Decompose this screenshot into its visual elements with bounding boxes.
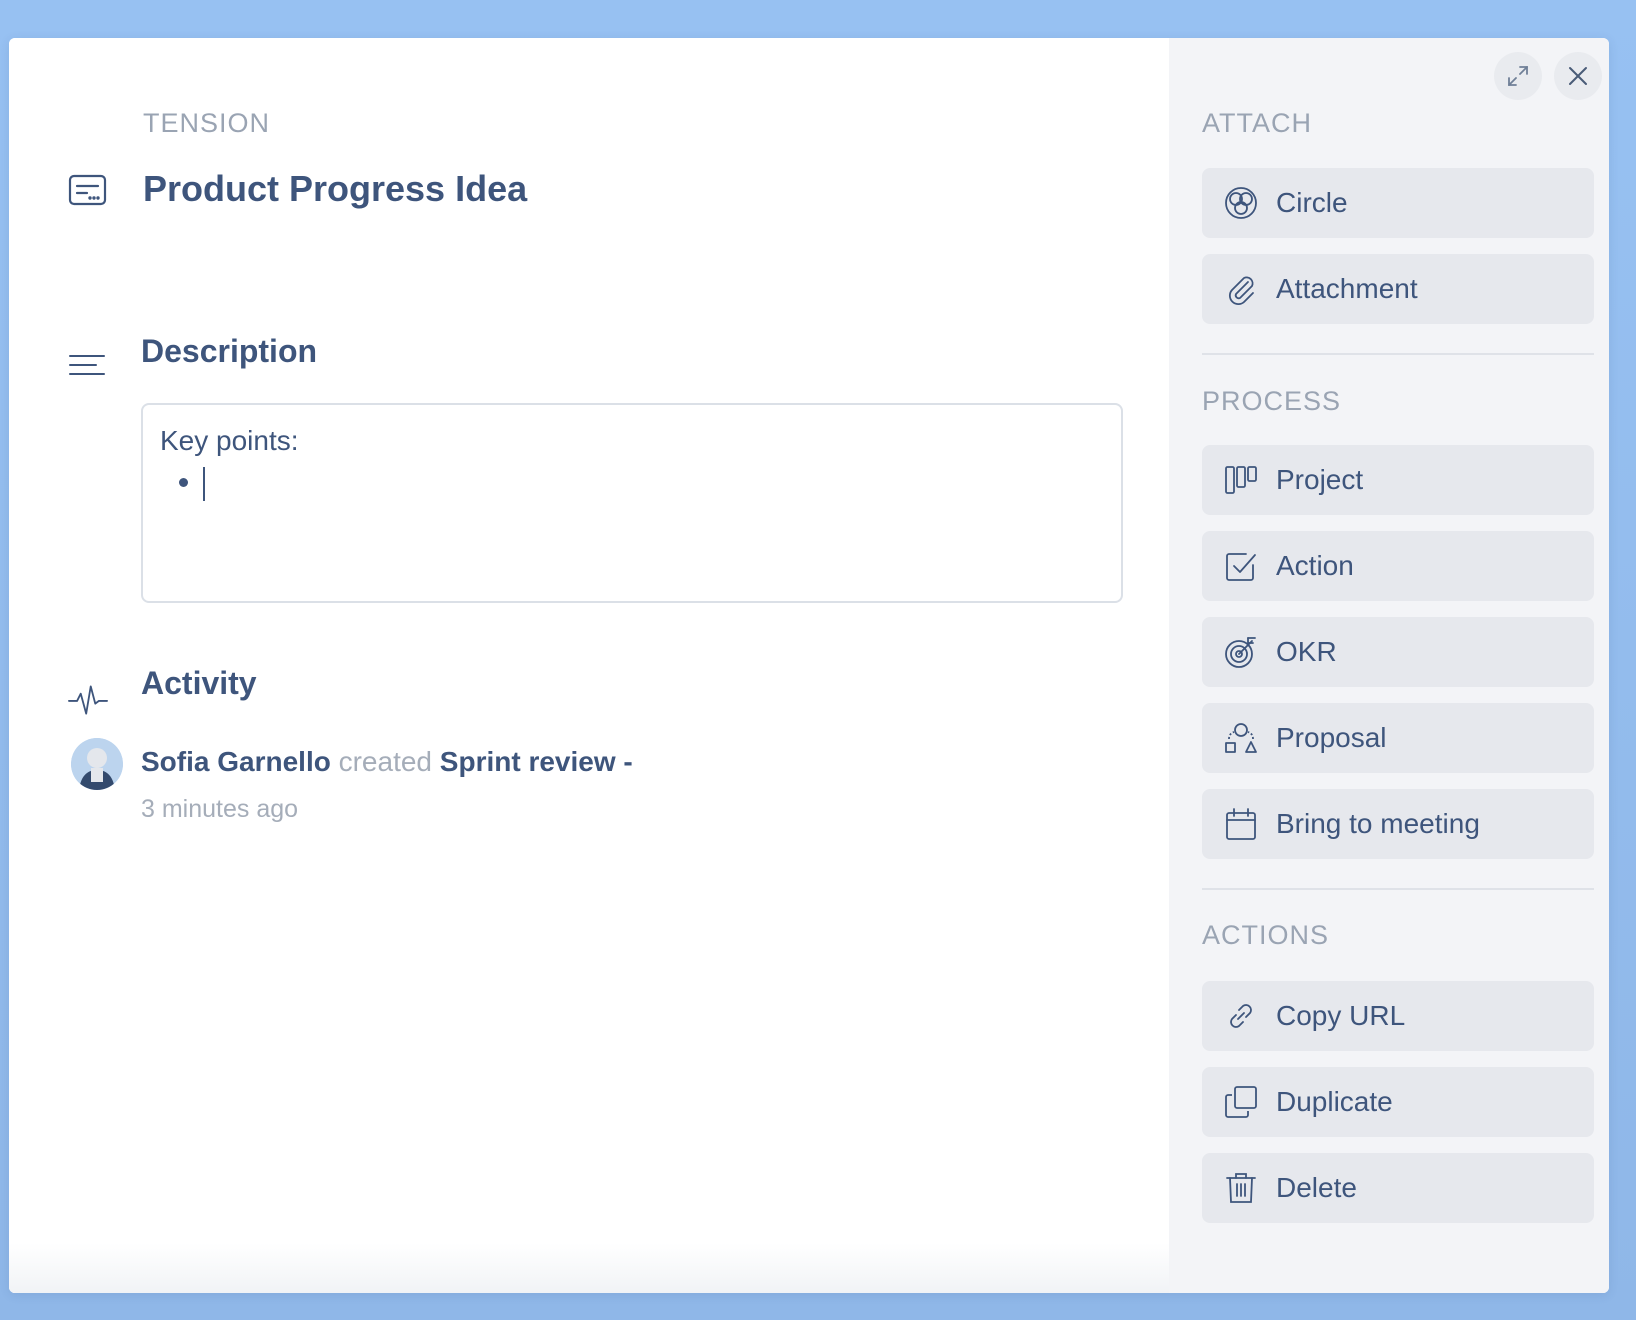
- delete-label: Delete: [1276, 1172, 1357, 1203]
- description-text[interactable]: Key points:: [160, 425, 299, 457]
- sidebar: ATTACH Circle Attachment PROCESS Project…: [1169, 38, 1609, 1293]
- process-okr-button[interactable]: OKR: [1202, 617, 1594, 687]
- close-button[interactable]: [1554, 52, 1602, 100]
- process-action-button[interactable]: Action: [1202, 531, 1594, 601]
- tension-title[interactable]: Product Progress Idea: [143, 168, 527, 210]
- shapes-icon: [1225, 723, 1257, 753]
- main-panel: TENSION Product Progress Idea Descriptio…: [9, 38, 1169, 1293]
- trash-icon: [1226, 1173, 1256, 1203]
- activity-target[interactable]: Sprint review -: [440, 746, 633, 777]
- checkbox-icon: [1226, 553, 1256, 581]
- delete-button[interactable]: Delete: [1202, 1153, 1594, 1223]
- process-bring-to-meeting-button[interactable]: Bring to meeting: [1202, 789, 1594, 859]
- actions-label: ACTIONS: [1202, 920, 1330, 950]
- tension-modal: TENSION Product Progress Idea Descriptio…: [9, 38, 1609, 1293]
- activity-timestamp: 3 minutes ago: [141, 795, 299, 823]
- calendar-icon: [1226, 808, 1256, 840]
- process-okr-label: OKR: [1276, 636, 1337, 667]
- duplicate-button[interactable]: Duplicate: [1202, 1067, 1594, 1137]
- item-type-label: TENSION: [143, 108, 271, 138]
- process-project-label: Project: [1276, 464, 1364, 495]
- activity-heading: Activity: [141, 665, 257, 701]
- kanban-icon: [1225, 466, 1257, 494]
- process-action-label: Action: [1276, 550, 1354, 581]
- avatar[interactable]: [71, 738, 123, 790]
- description-heading: Description: [141, 333, 318, 369]
- divider: [1202, 888, 1594, 890]
- circle-icon: [1225, 187, 1257, 219]
- copy-url-button[interactable]: Copy URL: [1202, 981, 1594, 1051]
- attach-label: ATTACH: [1202, 108, 1312, 138]
- duplicate-label: Duplicate: [1276, 1086, 1393, 1117]
- process-project-button[interactable]: Project: [1202, 445, 1594, 515]
- activity-entry: Sofia Garnello created Sprint review -: [141, 746, 633, 778]
- description-editor[interactable]: Key points:: [141, 403, 1123, 603]
- activity-verb: created: [338, 746, 433, 777]
- description-lines-icon: [69, 355, 105, 375]
- copy-url-label: Copy URL: [1276, 1000, 1406, 1031]
- link-icon: [1230, 1004, 1252, 1028]
- process-label: PROCESS: [1202, 386, 1342, 416]
- avatar-user-icon: [71, 738, 123, 790]
- paperclip-icon: [1228, 276, 1254, 306]
- activity-actor[interactable]: Sofia Garnello: [141, 746, 331, 777]
- attach-attachment-button[interactable]: Attachment: [1202, 254, 1594, 324]
- text-caret: [203, 467, 205, 501]
- duplicate-icon: [1225, 1086, 1257, 1118]
- activity-pulse-icon: [68, 685, 108, 715]
- expand-icon: [1508, 66, 1528, 86]
- process-proposal-label: Proposal: [1276, 722, 1387, 753]
- tension-card-icon: [68, 174, 107, 206]
- process-bring-to-meeting-label: Bring to meeting: [1276, 808, 1480, 839]
- divider: [1202, 353, 1594, 355]
- attach-circle-button[interactable]: Circle: [1202, 168, 1594, 238]
- close-icon: [1569, 67, 1587, 85]
- process-proposal-button[interactable]: Proposal: [1202, 703, 1594, 773]
- expand-button[interactable]: [1494, 52, 1542, 100]
- attach-attachment-label: Attachment: [1276, 273, 1418, 304]
- bullet-point: [179, 478, 188, 487]
- attach-circle-label: Circle: [1276, 187, 1348, 218]
- target-icon: [1225, 637, 1256, 668]
